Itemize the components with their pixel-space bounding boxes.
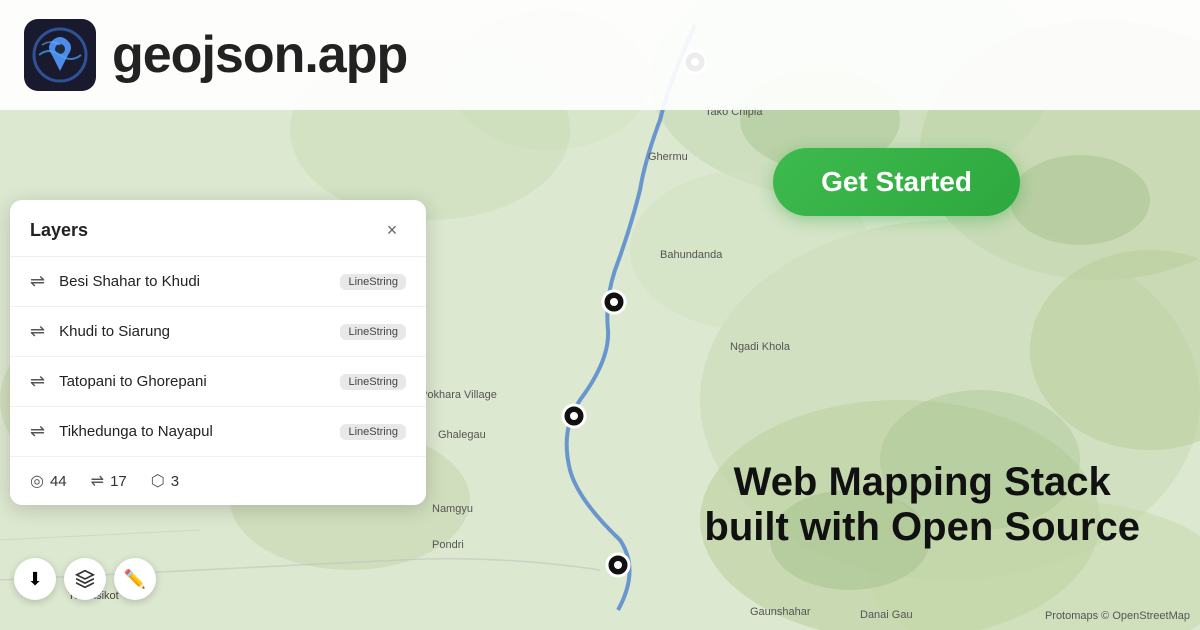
svg-text:Ghermu: Ghermu [648, 151, 688, 163]
layers-panel-title: Layers [30, 220, 88, 241]
linestring-count: 17 [110, 473, 127, 490]
layers-panel: Layers × ⇌ Besi Shahar to Khudi LineStri… [10, 200, 426, 505]
edit-button[interactable]: ✏️ [114, 558, 156, 600]
point-count: 44 [50, 473, 67, 490]
layer-name: Khudi to Siarung [59, 323, 326, 340]
tagline-line1: Web Mapping Stack [704, 460, 1140, 505]
linestring-count-stat: ⇌ 17 [91, 471, 127, 491]
layers-close-button[interactable]: × [378, 216, 406, 244]
layer-item[interactable]: ⇌ Tikhedunga to Nayapul LineString [10, 407, 426, 457]
svg-text:Gaunshahar: Gaunshahar [750, 606, 811, 618]
layer-route-icon: ⇌ [30, 371, 45, 392]
layer-name: Tikhedunga to Nayapul [59, 423, 326, 440]
layer-route-icon: ⇌ [30, 321, 45, 342]
layer-item[interactable]: ⇌ Khudi to Siarung LineString [10, 307, 426, 357]
layers-footer: ◎ 44 ⇌ 17 ⬡ 3 [10, 457, 426, 505]
app-title: geojson.app [112, 25, 407, 85]
svg-text:Namgyu: Namgyu [432, 503, 473, 515]
polygon-icon: ⬡ [151, 471, 165, 491]
tagline-line2: built with Open Source [704, 505, 1140, 550]
layer-name: Besi Shahar to Khudi [59, 273, 326, 290]
svg-text:Bahundanda: Bahundanda [660, 249, 723, 261]
layer-route-icon: ⇌ [30, 421, 45, 442]
layer-type-badge: LineString [340, 274, 406, 290]
app-header: geojson.app [0, 0, 1200, 110]
tagline-block: Web Mapping Stack built with Open Source [704, 460, 1140, 550]
point-icon: ◎ [30, 471, 44, 491]
svg-text:Pondri: Pondri [432, 539, 464, 551]
layer-type-badge: LineString [340, 424, 406, 440]
layer-route-icon: ⇌ [30, 271, 45, 292]
layer-type-badge: LineString [340, 324, 406, 340]
layer-item[interactable]: ⇌ Besi Shahar to Khudi LineString [10, 257, 426, 307]
app-logo [24, 19, 96, 91]
layers-panel-header: Layers × [10, 200, 426, 257]
linestring-icon: ⇌ [91, 471, 104, 491]
polygon-count-stat: ⬡ 3 [151, 471, 179, 491]
layers-button[interactable] [64, 558, 106, 600]
polygon-count: 3 [171, 473, 179, 490]
map-attribution: Protomaps © OpenStreetMap [1045, 610, 1190, 622]
download-button[interactable]: ⬇ [14, 558, 56, 600]
layer-type-badge: LineString [340, 374, 406, 390]
layer-item[interactable]: ⇌ Tatopani to Ghorepani LineString [10, 357, 426, 407]
svg-text:Ghalegau: Ghalegau [438, 429, 486, 441]
bottom-toolbar: ⬇ ✏️ [14, 558, 156, 600]
layer-name: Tatopani to Ghorepani [59, 373, 326, 390]
svg-text:Pokhara Village: Pokhara Village [420, 389, 497, 401]
svg-text:Danai Gau: Danai Gau [860, 609, 913, 621]
svg-text:Ngadi Khola: Ngadi Khola [730, 341, 791, 353]
get-started-button[interactable]: Get Started [773, 148, 1020, 216]
point-count-stat: ◎ 44 [30, 471, 67, 491]
